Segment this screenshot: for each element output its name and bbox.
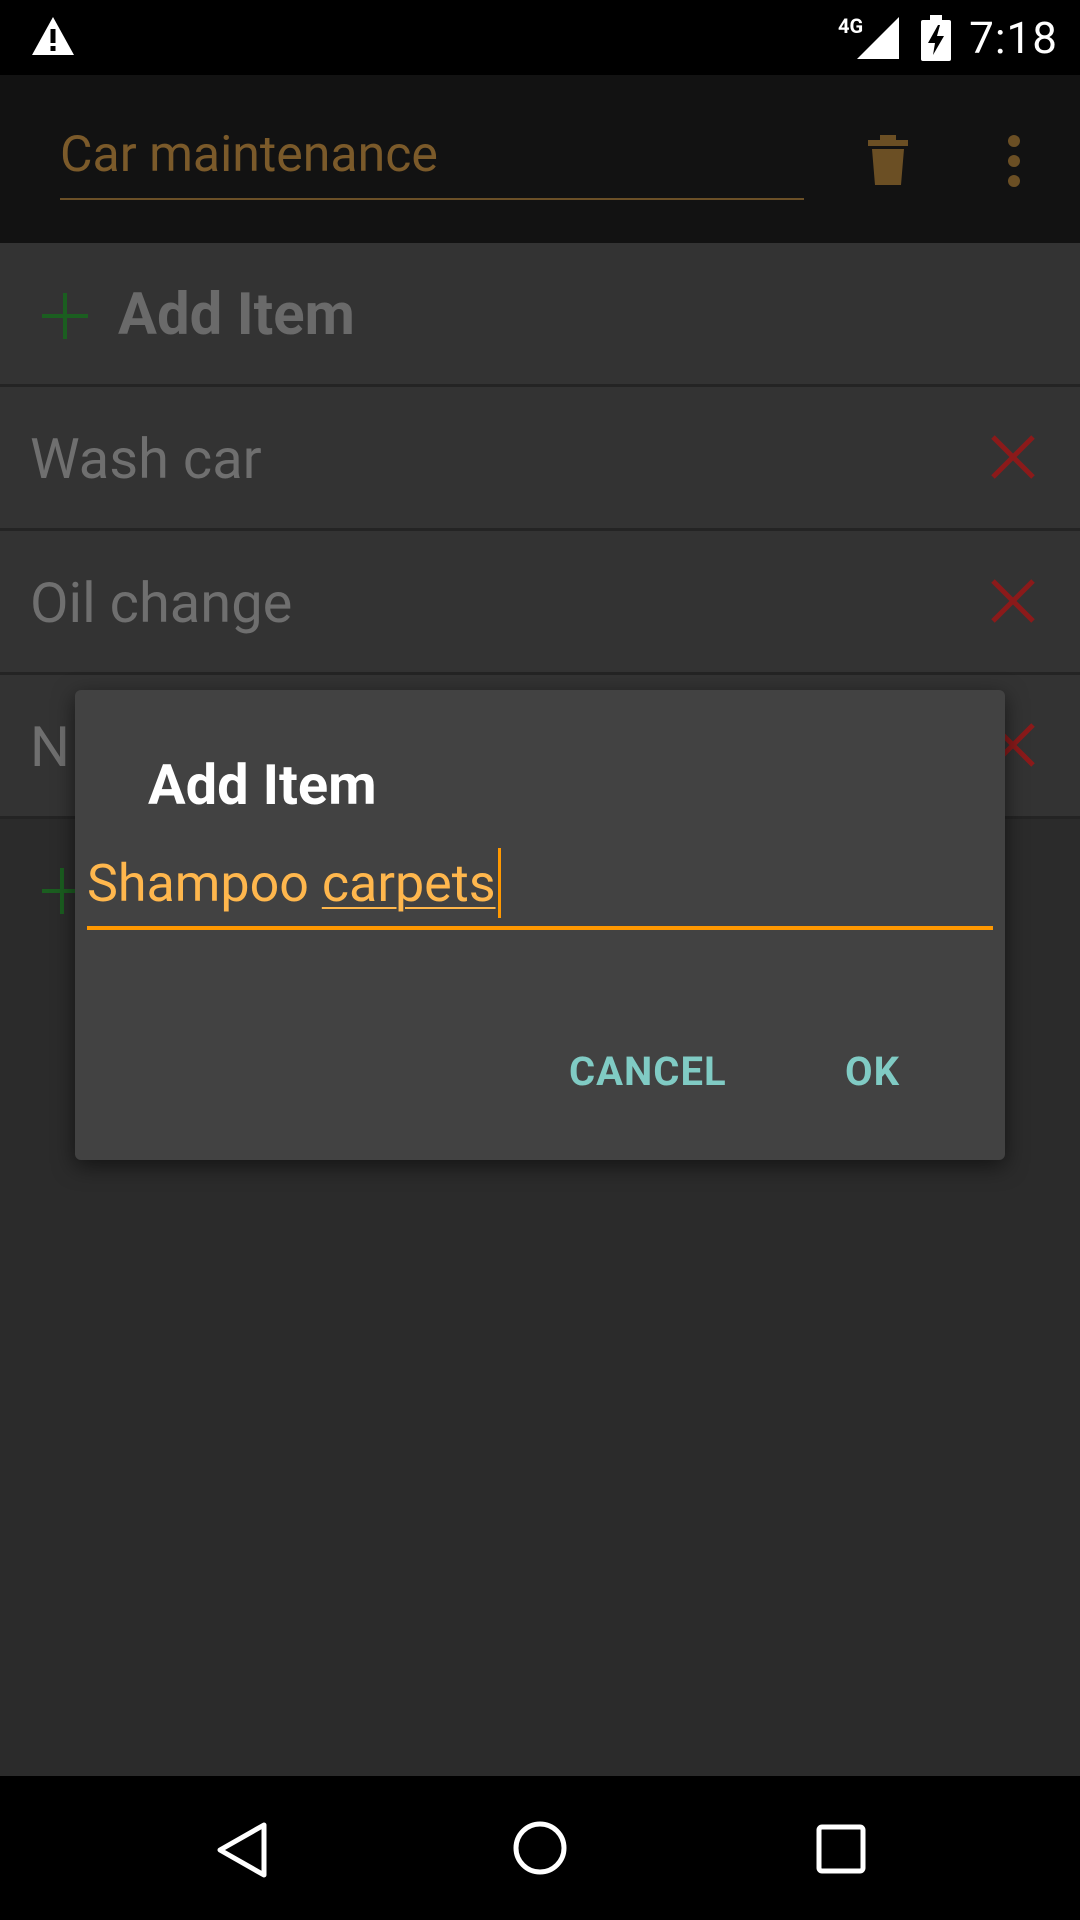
home-icon[interactable] bbox=[512, 1820, 568, 1876]
text-cursor bbox=[497, 848, 501, 919]
item-name-input[interactable]: Shampoo carpets bbox=[87, 848, 993, 930]
list-item-label: Wash car bbox=[30, 426, 262, 492]
list-title-field[interactable]: Car maintenance bbox=[60, 125, 804, 200]
cancel-button[interactable]: CANCEL bbox=[569, 1030, 727, 1114]
status-bar: 4G 7:18 bbox=[0, 0, 1080, 75]
list-item-label: Oil change bbox=[30, 570, 293, 636]
recents-icon[interactable] bbox=[816, 1824, 866, 1874]
dialog-title: Add Item bbox=[148, 752, 377, 818]
warning-icon bbox=[32, 17, 74, 55]
network-type: 4G bbox=[838, 13, 864, 38]
plus-icon bbox=[42, 293, 88, 339]
back-icon[interactable] bbox=[212, 1820, 272, 1880]
add-item-label: Add Item bbox=[118, 281, 355, 349]
battery-charging-icon bbox=[921, 14, 952, 61]
app-bar: Car maintenance bbox=[0, 75, 1080, 243]
ok-button[interactable]: OK bbox=[845, 1030, 900, 1114]
input-text-plain: Shampoo bbox=[87, 853, 322, 914]
clock: 7:18 bbox=[969, 11, 1058, 64]
list-item[interactable]: Oil change bbox=[0, 531, 1080, 675]
signal-icon bbox=[857, 16, 900, 59]
input-text-composing: carpets bbox=[321, 853, 496, 914]
list-item-label: N bbox=[30, 714, 70, 780]
close-icon[interactable] bbox=[990, 578, 1036, 624]
add-item-dialog: Add Item Shampoo carpets CANCEL OK bbox=[75, 690, 1005, 1160]
trash-icon[interactable] bbox=[868, 135, 908, 185]
more-vert-icon[interactable] bbox=[1000, 133, 1028, 189]
close-icon[interactable] bbox=[990, 434, 1036, 480]
navigation-bar bbox=[0, 1776, 1080, 1920]
list-title-text: Car maintenance bbox=[60, 126, 438, 184]
add-item-row[interactable]: Add Item bbox=[0, 243, 1080, 387]
list-item[interactable]: Wash car bbox=[0, 387, 1080, 531]
